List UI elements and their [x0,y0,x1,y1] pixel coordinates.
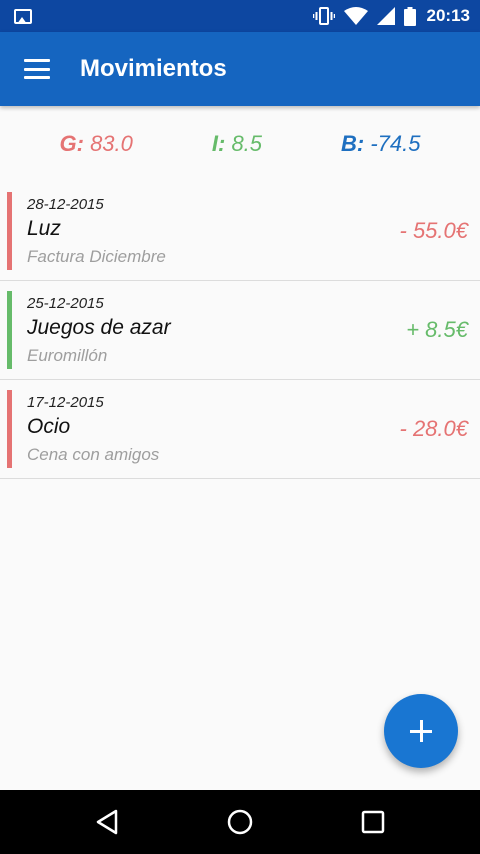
movement-date: 25-12-2015 [27,295,104,312]
gallery-icon [14,8,32,24]
movement-amount: + 8.5€ [406,317,468,342]
movement-item[interactable]: 28-12-2015 Luz Factura Diciembre - 55.0€ [0,182,480,281]
signal-icon [376,7,395,25]
summary-expenses-value: 83.0 [90,131,133,156]
battery-icon [403,6,416,26]
status-time: 20:13 [426,6,470,25]
plus-icon [410,720,432,742]
summary-expenses: G: 83.0 [59,131,132,157]
add-movement-button[interactable] [384,694,458,768]
summary-income-value: 8.5 [231,131,263,156]
movement-item[interactable]: 25-12-2015 Juegos de azar Euromillón + 8… [0,281,480,380]
movement-title: Juegos de azar [27,316,171,339]
movements-list: 28-12-2015 Luz Factura Diciembre - 55.0€… [0,182,480,479]
summary-balance-label: B: [341,131,365,156]
summary-balance-value: -74.5 [370,131,421,156]
movement-date: 28-12-2015 [27,196,104,213]
movement-type-bar [7,390,12,468]
movement-item[interactable]: 17-12-2015 Ocio Cena con amigos - 28.0€ [0,380,480,479]
movement-date: 17-12-2015 [27,394,104,411]
back-icon [96,809,117,835]
summary-expenses-label: G: [59,131,84,156]
movement-type-bar [7,192,12,270]
summary-income: I: 8.5 [212,131,262,157]
status-bar: 20:13 [0,0,480,32]
movement-description: Cena con amigos [27,445,160,464]
summary-bar: G: 83.0 I: 8.5 B: -74.5 [0,106,480,182]
home-icon [227,809,253,835]
summary-income-label: I: [211,131,226,156]
summary-balance: B: -74.5 [341,131,421,157]
page-title: Movimientos [80,55,227,82]
movement-description: Euromillón [27,346,108,365]
menu-icon[interactable] [24,59,50,79]
back-button[interactable] [77,797,137,847]
wifi-icon [343,7,368,25]
movement-amount: - 28.0€ [399,416,469,441]
movement-description: Factura Diciembre [27,247,166,266]
app-bar: Movimientos [0,32,480,106]
movement-amount: - 55.0€ [399,218,469,243]
recents-button[interactable] [343,797,403,847]
movement-type-bar [7,291,12,369]
vibrate-icon [312,7,335,25]
home-button[interactable] [210,797,270,847]
navigation-bar [0,790,480,854]
recents-icon [362,810,385,834]
